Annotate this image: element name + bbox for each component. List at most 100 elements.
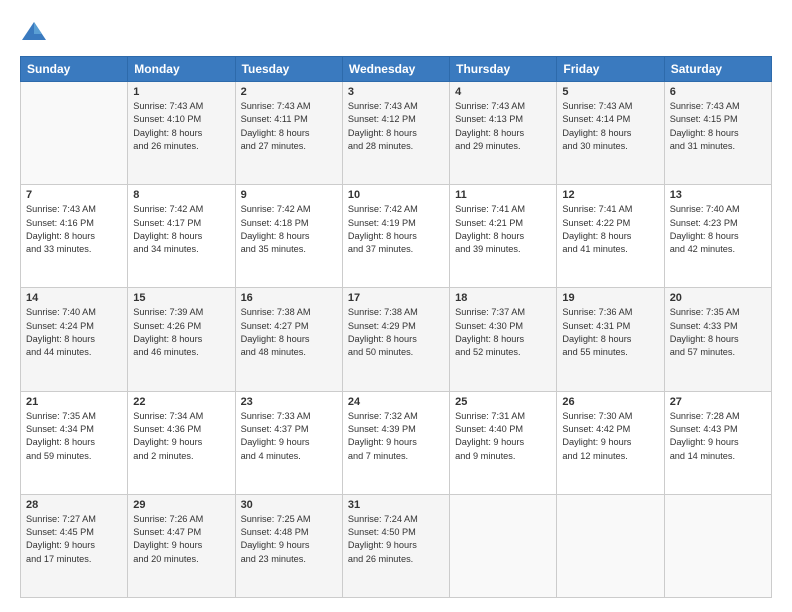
day-info: Sunrise: 7:25 AMSunset: 4:48 PMDaylight:…: [241, 513, 337, 566]
day-info: Sunrise: 7:43 AMSunset: 4:11 PMDaylight:…: [241, 100, 337, 153]
calendar-week-row: 1Sunrise: 7:43 AMSunset: 4:10 PMDaylight…: [21, 82, 772, 185]
day-info: Sunrise: 7:42 AMSunset: 4:17 PMDaylight:…: [133, 203, 229, 256]
day-number: 22: [133, 396, 229, 408]
page: SundayMondayTuesdayWednesdayThursdayFrid…: [0, 0, 792, 612]
day-number: 20: [670, 292, 766, 304]
calendar-cell: [450, 494, 557, 597]
day-number: 13: [670, 189, 766, 201]
calendar-cell: 19 Sunrise: 7:36 AMSunset: 4:31 PMDayligh…: [557, 288, 664, 391]
day-info: Sunrise: 7:26 AMSunset: 4:47 PMDaylight:…: [133, 513, 229, 566]
day-info: Sunrise: 7:41 AMSunset: 4:22 PMDaylight:…: [562, 203, 658, 256]
header-cell-thursday: Thursday: [450, 57, 557, 82]
day-number: 12: [562, 189, 658, 201]
calendar-cell: 11 Sunrise: 7:41 AMSunset: 4:21 PMDayligh…: [450, 185, 557, 288]
day-number: 10: [348, 189, 444, 201]
day-number: 26: [562, 396, 658, 408]
day-number: 19: [562, 292, 658, 304]
calendar-cell: 2 Sunrise: 7:43 AMSunset: 4:11 PMDaylight…: [235, 82, 342, 185]
day-info: Sunrise: 7:31 AMSunset: 4:40 PMDaylight:…: [455, 410, 551, 463]
day-number: 24: [348, 396, 444, 408]
day-info: Sunrise: 7:38 AMSunset: 4:29 PMDaylight:…: [348, 306, 444, 359]
day-number: 8: [133, 189, 229, 201]
calendar-cell: 16Sunrise: 7:38 AMSunset: 4:27 PMDayligh…: [235, 288, 342, 391]
day-info: Sunrise: 7:39 AMSunset: 4:26 PMDaylight:…: [133, 306, 229, 359]
day-number: 1: [133, 86, 229, 98]
calendar-cell: 15 Sunrise: 7:39 AMSunset: 4:26 PMDayligh…: [128, 288, 235, 391]
calendar-cell: 31 Sunrise: 7:24 AMSunset: 4:50 PMDayligh…: [342, 494, 449, 597]
logo-icon: [20, 18, 48, 46]
calendar-week-row: 14 Sunrise: 7:40 AMSunset: 4:24 PMDayligh…: [21, 288, 772, 391]
calendar-week-row: 28 Sunrise: 7:27 AMSunset: 4:45 PMDayligh…: [21, 494, 772, 597]
day-number: 15: [133, 292, 229, 304]
day-number: 25: [455, 396, 551, 408]
day-info: Sunrise: 7:42 AMSunset: 4:19 PMDaylight:…: [348, 203, 444, 256]
day-number: 3: [348, 86, 444, 98]
day-number: 30: [241, 499, 337, 511]
calendar-cell: 4Sunrise: 7:43 AMSunset: 4:13 PMDaylight…: [450, 82, 557, 185]
calendar-cell: 30 Sunrise: 7:25 AMSunset: 4:48 PMDayligh…: [235, 494, 342, 597]
calendar-cell: 10 Sunrise: 7:42 AMSunset: 4:19 PMDayligh…: [342, 185, 449, 288]
calendar-cell: 25 Sunrise: 7:31 AMSunset: 4:40 PMDayligh…: [450, 391, 557, 494]
header-cell-sunday: Sunday: [21, 57, 128, 82]
calendar-cell: 18Sunrise: 7:37 AMSunset: 4:30 PMDayligh…: [450, 288, 557, 391]
header: [20, 18, 772, 46]
calendar-cell: 28 Sunrise: 7:27 AMSunset: 4:45 PMDayligh…: [21, 494, 128, 597]
calendar-cell: 22 Sunrise: 7:34 AMSunset: 4:36 PMDayligh…: [128, 391, 235, 494]
calendar-cell: 23Sunrise: 7:33 AMSunset: 4:37 PMDayligh…: [235, 391, 342, 494]
calendar-cell: 3 Sunrise: 7:43 AMSunset: 4:12 PMDaylight…: [342, 82, 449, 185]
calendar-cell: 1Sunrise: 7:43 AMSunset: 4:10 PMDaylight…: [128, 82, 235, 185]
day-number: 9: [241, 189, 337, 201]
day-number: 21: [26, 396, 122, 408]
calendar-cell: 17 Sunrise: 7:38 AMSunset: 4:29 PMDayligh…: [342, 288, 449, 391]
day-number: 28: [26, 499, 122, 511]
header-cell-tuesday: Tuesday: [235, 57, 342, 82]
calendar-cell: 12 Sunrise: 7:41 AMSunset: 4:22 PMDayligh…: [557, 185, 664, 288]
calendar-header-row: SundayMondayTuesdayWednesdayThursdayFrid…: [21, 57, 772, 82]
day-info: Sunrise: 7:42 AMSunset: 4:18 PMDaylight:…: [241, 203, 337, 256]
day-info: Sunrise: 7:24 AMSunset: 4:50 PMDaylight:…: [348, 513, 444, 566]
calendar-cell: 24Sunrise: 7:32 AMSunset: 4:39 PMDayligh…: [342, 391, 449, 494]
day-info: Sunrise: 7:40 AMSunset: 4:24 PMDaylight:…: [26, 306, 122, 359]
day-info: Sunrise: 7:43 AMSunset: 4:15 PMDaylight:…: [670, 100, 766, 153]
calendar-cell: 14 Sunrise: 7:40 AMSunset: 4:24 PMDayligh…: [21, 288, 128, 391]
header-cell-friday: Friday: [557, 57, 664, 82]
calendar-cell: 6 Sunrise: 7:43 AMSunset: 4:15 PMDaylight…: [664, 82, 771, 185]
header-cell-monday: Monday: [128, 57, 235, 82]
day-number: 5: [562, 86, 658, 98]
day-number: 17: [348, 292, 444, 304]
day-number: 6: [670, 86, 766, 98]
day-number: 14: [26, 292, 122, 304]
calendar-cell: [664, 494, 771, 597]
day-info: Sunrise: 7:27 AMSunset: 4:45 PMDaylight:…: [26, 513, 122, 566]
day-info: Sunrise: 7:35 AMSunset: 4:33 PMDaylight:…: [670, 306, 766, 359]
day-number: 31: [348, 499, 444, 511]
calendar-cell: [21, 82, 128, 185]
calendar-cell: 8 Sunrise: 7:42 AMSunset: 4:17 PMDaylight…: [128, 185, 235, 288]
calendar-cell: 5 Sunrise: 7:43 AMSunset: 4:14 PMDaylight…: [557, 82, 664, 185]
header-cell-saturday: Saturday: [664, 57, 771, 82]
day-number: 18: [455, 292, 551, 304]
day-info: Sunrise: 7:34 AMSunset: 4:36 PMDaylight:…: [133, 410, 229, 463]
calendar-cell: 20 Sunrise: 7:35 AMSunset: 4:33 PMDayligh…: [664, 288, 771, 391]
calendar-week-row: 7 Sunrise: 7:43 AMSunset: 4:16 PMDaylight…: [21, 185, 772, 288]
calendar-cell: 27Sunrise: 7:28 AMSunset: 4:43 PMDayligh…: [664, 391, 771, 494]
calendar-cell: [557, 494, 664, 597]
day-info: Sunrise: 7:38 AMSunset: 4:27 PMDaylight:…: [241, 306, 337, 359]
day-number: 11: [455, 189, 551, 201]
day-info: Sunrise: 7:28 AMSunset: 4:43 PMDaylight:…: [670, 410, 766, 463]
day-info: Sunrise: 7:36 AMSunset: 4:31 PMDaylight:…: [562, 306, 658, 359]
logo: [20, 18, 52, 46]
day-info: Sunrise: 7:43 AMSunset: 4:16 PMDaylight:…: [26, 203, 122, 256]
day-info: Sunrise: 7:41 AMSunset: 4:21 PMDaylight:…: [455, 203, 551, 256]
calendar-cell: 29 Sunrise: 7:26 AMSunset: 4:47 PMDayligh…: [128, 494, 235, 597]
calendar-week-row: 21Sunrise: 7:35 AMSunset: 4:34 PMDayligh…: [21, 391, 772, 494]
day-info: Sunrise: 7:40 AMSunset: 4:23 PMDaylight:…: [670, 203, 766, 256]
day-number: 7: [26, 189, 122, 201]
day-info: Sunrise: 7:43 AMSunset: 4:14 PMDaylight:…: [562, 100, 658, 153]
day-number: 2: [241, 86, 337, 98]
day-number: 4: [455, 86, 551, 98]
day-info: Sunrise: 7:43 AMSunset: 4:12 PMDaylight:…: [348, 100, 444, 153]
day-info: Sunrise: 7:30 AMSunset: 4:42 PMDaylight:…: [562, 410, 658, 463]
header-cell-wednesday: Wednesday: [342, 57, 449, 82]
day-number: 29: [133, 499, 229, 511]
